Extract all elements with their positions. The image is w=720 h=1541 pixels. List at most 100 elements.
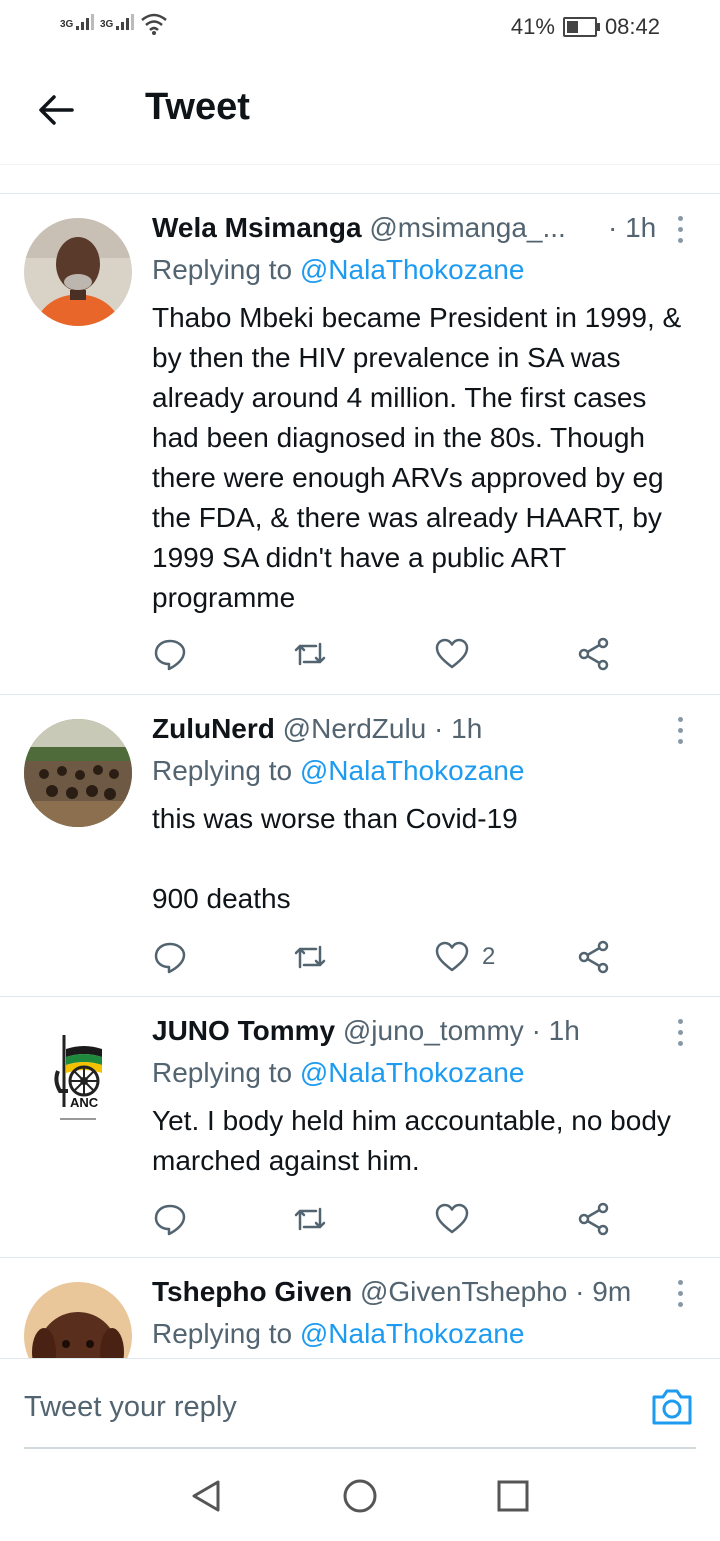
clipped-content-remnant [0, 164, 720, 194]
author-handle[interactable]: @juno_tommy [343, 1015, 524, 1046]
more-options-icon[interactable] [674, 216, 686, 249]
replying-prefix: Replying to [152, 755, 300, 786]
avatar[interactable] [24, 218, 132, 326]
reply-composer: Tweet your reply [0, 1358, 720, 1449]
triangle-back-icon [192, 1480, 220, 1512]
share-icon [578, 1202, 609, 1236]
tweet-item[interactable]: ZuluNerd @NerdZulu · 1h Replying to @Nal… [0, 695, 720, 997]
back-button[interactable] [34, 88, 78, 132]
mention-link[interactable]: @NalaThokozane [300, 254, 525, 285]
avatar-photo [24, 218, 132, 326]
heart-icon [435, 638, 469, 669]
avatar[interactable]: ANC [24, 1021, 132, 1129]
retweet-button[interactable] [292, 937, 328, 977]
avatar-photo [24, 1282, 132, 1358]
replying-to: Replying to @NalaThokozane [152, 755, 524, 787]
reply-button[interactable] [152, 634, 188, 674]
author-name[interactable]: Tshepho Given [152, 1276, 352, 1307]
reply-underline [24, 1447, 696, 1449]
share-icon [578, 940, 609, 974]
retweet-button[interactable] [292, 1199, 328, 1239]
signal-indicator-1: 3G [60, 14, 96, 30]
tweet-actions [152, 1199, 622, 1239]
more-options-icon[interactable] [674, 1019, 686, 1052]
arrow-left-icon [39, 95, 74, 125]
reply-button[interactable] [152, 937, 188, 977]
replying-to: Replying to @NalaThokozane [152, 1318, 524, 1350]
author-handle[interactable]: @msimanga_... [369, 212, 566, 243]
retweet-icon [294, 642, 326, 666]
author-handle[interactable]: @GivenTshepho [360, 1276, 567, 1307]
tweet-header: Wela Msimanga @msimanga_... · 1h [152, 212, 696, 244]
like-button[interactable] [434, 634, 482, 674]
author-name[interactable]: JUNO Tommy [152, 1015, 335, 1046]
mention-link[interactable]: @NalaThokozane [300, 1057, 525, 1088]
mention-link[interactable]: @NalaThokozane [300, 755, 525, 786]
retweet-icon [294, 1207, 326, 1231]
tweet-time: · 1h [608, 212, 657, 243]
retweet-icon [294, 945, 326, 969]
replying-to: Replying to @NalaThokozane [152, 254, 524, 286]
tweet-item[interactable]: Wela Msimanga @msimanga_... · 1h Replyin… [0, 194, 720, 695]
tweet-actions: 2 [152, 937, 622, 977]
tweet-actions [152, 634, 622, 674]
replying-prefix: Replying to [152, 254, 300, 285]
page-title: Tweet [145, 86, 250, 128]
like-button[interactable] [434, 1199, 482, 1239]
more-options-icon[interactable] [674, 717, 686, 750]
circle-home-icon [343, 1479, 377, 1513]
square-recents-icon [497, 1480, 529, 1512]
system-nav-bar [0, 1450, 720, 1541]
like-count: 2 [482, 943, 496, 970]
camera-button[interactable] [650, 1387, 694, 1427]
nav-home-button[interactable] [342, 1478, 378, 1514]
status-right: 41% 08:42 [511, 14, 660, 40]
battery-icon [562, 17, 600, 37]
tweet-header: Tshepho Given @GivenTshepho · 9m [152, 1276, 696, 1308]
replying-prefix: Replying to [152, 1318, 300, 1349]
author-name[interactable]: ZuluNerd [152, 713, 275, 744]
reply-icon [154, 1204, 186, 1236]
author-name[interactable]: Wela Msimanga [152, 212, 362, 243]
heart-icon [435, 1203, 469, 1234]
retweet-button[interactable] [292, 634, 328, 674]
status-bar: 3G 3G 41% 08:42 [0, 0, 720, 52]
author-handle[interactable]: @NerdZulu [283, 713, 427, 744]
tweet-header: ZuluNerd @NerdZulu · 1h [152, 713, 696, 745]
share-button[interactable] [576, 634, 612, 674]
like-button[interactable]: 2 [434, 937, 495, 977]
signal-bars-icon [116, 14, 136, 30]
anc-logo-avatar: ANC [24, 1021, 132, 1129]
mention-link[interactable]: @NalaThokozane [300, 1318, 525, 1349]
battery-percent: 41% [510, 14, 555, 39]
reply-icon [154, 942, 186, 974]
share-button[interactable] [576, 937, 612, 977]
tweet-time: · 1h [531, 1015, 580, 1046]
nav-recents-button[interactable] [495, 1478, 531, 1514]
anc-logo-text: ANC [70, 1095, 99, 1110]
wifi-icon [141, 13, 167, 35]
reply-button[interactable] [152, 1199, 188, 1239]
signal-bars-icon [76, 14, 96, 30]
tweet-time: · 9m [575, 1276, 632, 1307]
tweet-time: · 1h [434, 713, 483, 744]
replying-prefix: Replying to [152, 1057, 300, 1088]
share-button[interactable] [576, 1199, 612, 1239]
clock: 08:42 [604, 14, 660, 39]
tweet-item[interactable]: ANC JUNO Tommy @juno_tommy · 1h Replying… [0, 997, 720, 1258]
avatar-photo [24, 719, 132, 827]
tweet-item[interactable]: Tshepho Given @GivenTshepho · 9m Replyin… [0, 1258, 720, 1358]
signal-indicator-2: 3G [100, 14, 136, 30]
reply-input[interactable]: Tweet your reply [24, 1391, 237, 1424]
tweet-text: Yet. I body held him accountable, no bod… [152, 1105, 679, 1176]
heart-icon [435, 941, 469, 972]
replying-to: Replying to @NalaThokozane [152, 1057, 524, 1089]
avatar[interactable] [24, 719, 132, 827]
reply-icon [154, 639, 186, 671]
nav-back-button[interactable] [188, 1478, 224, 1514]
avatar[interactable] [24, 1282, 132, 1358]
more-options-icon[interactable] [674, 1280, 686, 1313]
tweet-text: Thabo Mbeki became President in 1999, & … [152, 302, 689, 613]
share-icon [578, 637, 609, 671]
tweet-header: JUNO Tommy @juno_tommy · 1h [152, 1015, 696, 1047]
